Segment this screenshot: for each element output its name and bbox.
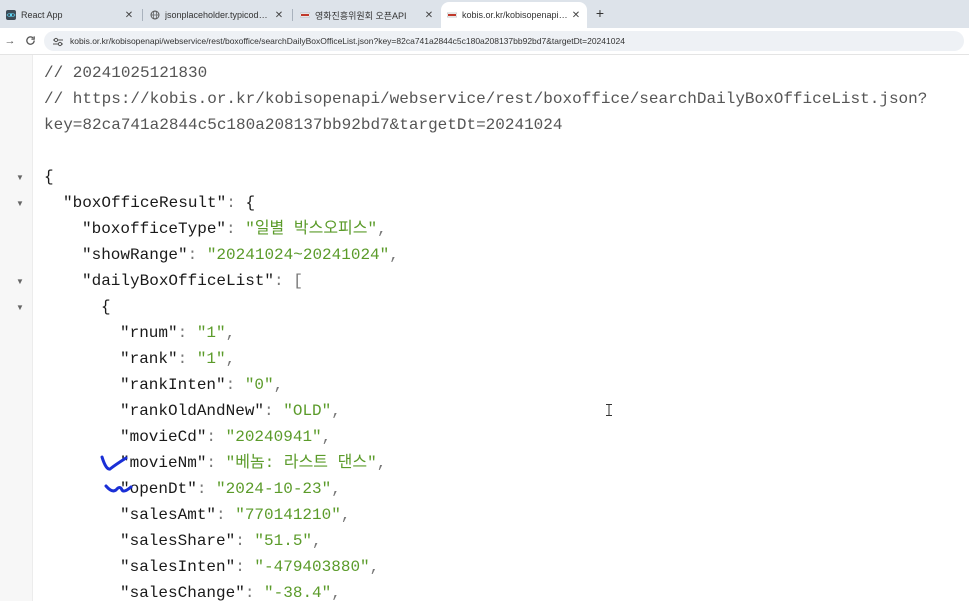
json-value: "1" — [196, 350, 226, 368]
tab-react-app[interactable]: React App ✕ — [0, 4, 140, 26]
browser-toolbar: → kobis.or.kr/kobisopenapi/webservice/re… — [0, 28, 969, 55]
json-field-line: "openDt": "2024-10-23", — [120, 480, 341, 498]
json-key: "boxOfficeResult" — [63, 194, 227, 212]
json-field-line: "salesAmt": "770141210", — [120, 506, 351, 524]
json-key: "showRange" — [82, 246, 188, 264]
json-value: "51.5" — [254, 532, 313, 550]
json-viewer: ▼ ▼ ▼ ▼ // 20241025121830 // https://kob… — [0, 55, 969, 602]
json-field-line: "salesInten": "-479403880", — [120, 558, 380, 576]
json-key: "salesAmt" — [120, 506, 217, 524]
tab-jsonplaceholder[interactable]: jsonplaceholder.typicode.com ✕ — [144, 4, 290, 26]
json-value: "OLD" — [283, 402, 332, 420]
handwritten-check-mark-icon — [100, 454, 130, 479]
json-gutter: ▼ ▼ ▼ ▼ — [0, 55, 33, 601]
json-key: "boxofficeType" — [82, 220, 227, 238]
close-icon[interactable]: ✕ — [569, 10, 583, 21]
json-key: "salesChange" — [120, 584, 245, 602]
tab-strip: React App ✕ jsonplaceholder.typicode.com… — [0, 0, 969, 28]
tab-kobis-json-active[interactable]: kobis.or.kr/kobisopenapi/webse ✕ — [441, 2, 587, 28]
handwritten-squiggle-mark-icon — [104, 481, 134, 502]
tab-title: React App — [21, 10, 63, 20]
json-value: "0" — [244, 376, 274, 394]
json-line-showrange: "showRange": "20241024~20241024", — [82, 246, 399, 264]
json-field-line: "salesChange": "-38.4", — [120, 584, 341, 602]
json-key: "rank" — [120, 350, 178, 368]
close-icon[interactable]: ✕ — [122, 10, 136, 21]
comment-url-line-2: key=82ca741a2844c5c180a208137bb92bd7&tar… — [44, 116, 563, 134]
json-line-boxofficetype: "boxofficeType": "일별 박스오피스", — [82, 220, 387, 238]
new-tab-button[interactable]: + — [592, 5, 608, 21]
json-value: "770141210" — [235, 506, 341, 524]
tab-kobis-openapi[interactable]: 영화진흥위원회 오픈API ✕ — [294, 4, 440, 26]
tab-separator — [292, 9, 293, 21]
json-key: "salesShare" — [120, 532, 236, 550]
address-bar[interactable]: kobis.or.kr/kobisopenapi/webservice/rest… — [44, 31, 964, 51]
json-key: "rankOldAndNew" — [120, 402, 265, 420]
json-value: "-38.4" — [264, 584, 332, 602]
json-key: "rnum" — [120, 324, 178, 342]
json-field-line: "rank": "1", — [120, 350, 236, 368]
fold-toggle-icon[interactable]: ▼ — [15, 303, 25, 312]
json-value: "일별 박스오피스" — [245, 220, 378, 238]
reload-icon[interactable] — [22, 33, 38, 49]
json-value: "2024-10-23" — [216, 480, 332, 498]
json-value: "-479403880" — [254, 558, 370, 576]
text-cursor-icon — [606, 403, 612, 416]
tab-title: jsonplaceholder.typicode.com — [165, 10, 272, 20]
json-field-line: "movieCd": "20240941", — [120, 428, 332, 446]
root-open-brace: { — [44, 168, 54, 186]
comment-timestamp: // 20241025121830 — [44, 64, 208, 82]
json-field-line: "rnum": "1", — [120, 324, 236, 342]
comment-url-line-1: // https://kobis.or.kr/kobisopenapi/webs… — [44, 90, 928, 108]
fold-toggle-icon[interactable]: ▼ — [15, 277, 25, 286]
close-icon[interactable]: ✕ — [272, 10, 286, 21]
fold-toggle-icon[interactable]: ▼ — [15, 199, 25, 208]
json-value: "20240941" — [225, 428, 322, 446]
item-open-brace: { — [101, 298, 111, 316]
tab-title: 영화진흥위원회 오픈API — [315, 10, 407, 21]
fold-toggle-icon[interactable]: ▼ — [15, 173, 25, 182]
json-value: "베놈: 라스트 댄스" — [225, 454, 377, 472]
forward-arrow-icon[interactable]: → — [2, 33, 18, 49]
json-field-line: "rankInten": "0", — [120, 376, 284, 394]
json-key: "movieNm" — [120, 454, 207, 472]
json-key: "dailyBoxOfficeList" — [82, 272, 275, 290]
json-field-line: "movieNm": "베놈: 라스트 댄스", — [120, 454, 387, 472]
json-key: "rankInten" — [120, 376, 226, 394]
react-favicon-icon — [6, 10, 16, 20]
globe-favicon-icon — [150, 10, 160, 20]
json-value: "1" — [196, 324, 226, 342]
json-line-boxofficeresult: "boxOfficeResult": { — [63, 194, 256, 212]
kobis-favicon-icon — [299, 10, 311, 20]
json-key: "salesInten" — [120, 558, 236, 576]
json-key: "movieCd" — [120, 428, 207, 446]
json-field-line: "salesShare": "51.5", — [120, 532, 322, 550]
json-line-dailyboxofficelist: "dailyBoxOfficeList": [ — [82, 272, 303, 290]
json-value: "20241024~20241024" — [206, 246, 390, 264]
tab-title: kobis.or.kr/kobisopenapi/webse — [462, 10, 569, 20]
close-icon[interactable]: ✕ — [422, 10, 436, 21]
kobis-favicon-icon — [446, 10, 458, 20]
address-url[interactable]: kobis.or.kr/kobisopenapi/webservice/rest… — [70, 36, 625, 46]
tab-separator — [142, 9, 143, 21]
site-settings-icon[interactable] — [52, 35, 66, 47]
json-field-line: "rankOldAndNew": "OLD", — [120, 402, 341, 420]
